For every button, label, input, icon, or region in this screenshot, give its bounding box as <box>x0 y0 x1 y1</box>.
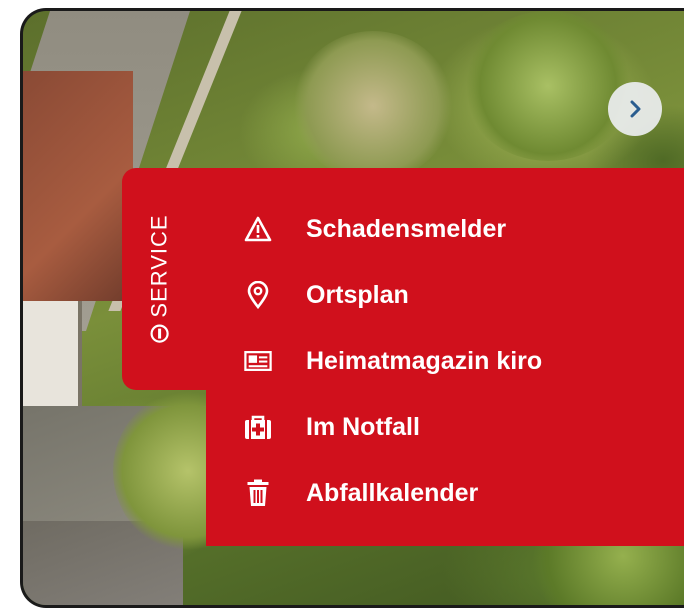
house-roof <box>23 71 133 301</box>
menu-item-label: Schadensmelder <box>306 214 507 243</box>
menu-item-ortsplan[interactable]: Ortsplan <box>244 262 542 328</box>
menu-item-label: Ortsplan <box>306 280 409 309</box>
service-tab-label-wrap[interactable]: SERVICE <box>122 168 198 390</box>
chevron-right-icon <box>630 100 641 118</box>
menu-item-schadensmelder[interactable]: Schadensmelder <box>244 196 542 262</box>
map-pin-icon <box>244 281 272 309</box>
service-tab-label: SERVICE <box>147 214 172 318</box>
first-aid-kit-icon <box>244 413 272 441</box>
tree <box>463 11 633 161</box>
service-info-icon <box>150 324 170 343</box>
menu-item-notfall[interactable]: Im Notfall <box>244 394 542 460</box>
menu-item-abfallkalender[interactable]: Abfallkalender <box>244 460 542 526</box>
menu-item-label: Heimatmagazin kiro <box>306 346 543 375</box>
house-wall <box>23 301 82 411</box>
service-menu: Schadensmelder Ortsplan Heimatmagazin ki… <box>244 196 542 526</box>
warning-triangle-icon <box>244 215 272 243</box>
menu-item-heimatmagazin[interactable]: Heimatmagazin kiro <box>244 328 542 394</box>
menu-item-label: Abfallkalender <box>306 478 479 507</box>
tree <box>293 31 453 181</box>
menu-item-label: Im Notfall <box>306 412 420 441</box>
carousel-next-button[interactable] <box>608 82 662 136</box>
trash-bin-icon <box>244 479 272 507</box>
id-card-icon <box>244 347 272 375</box>
